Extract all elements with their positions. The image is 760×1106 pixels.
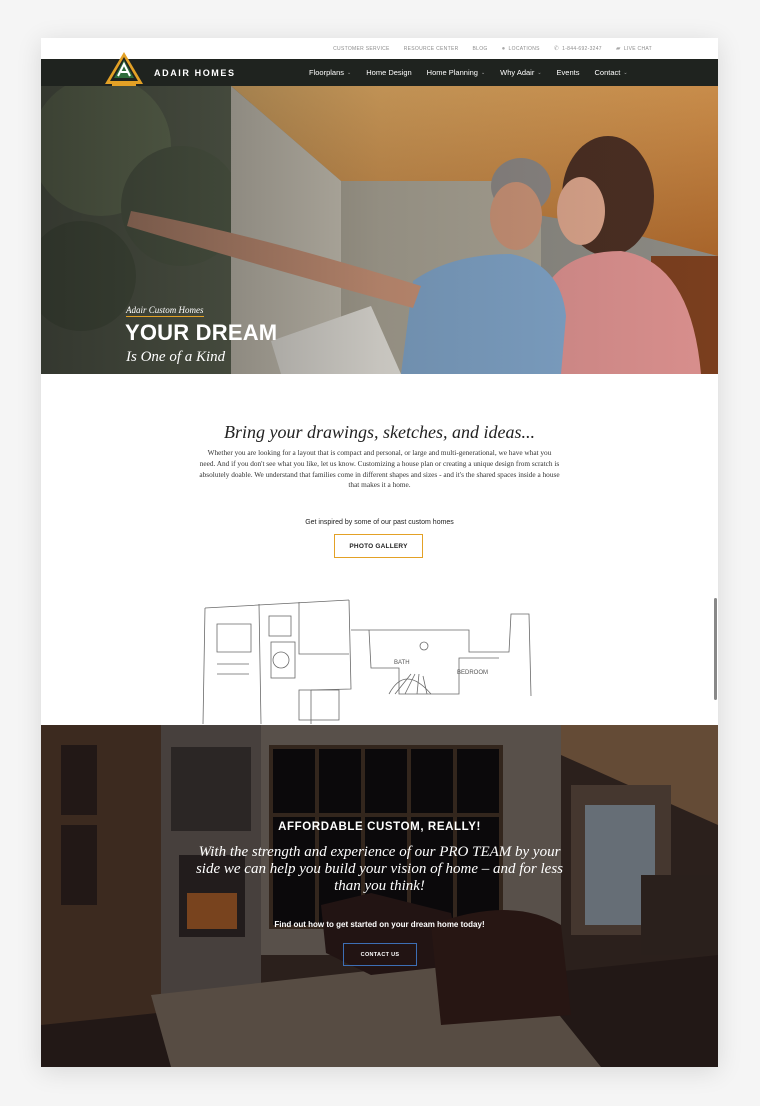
contact-us-button[interactable]: CONTACT US [343, 943, 417, 966]
chat-icon: ▰ [615, 46, 621, 52]
nav-label: Why Adair [500, 68, 535, 77]
locations-label: LOCATIONS [508, 45, 540, 52]
nav-label: Home Design [366, 68, 412, 77]
sketch-label-bedroom: BEDROOM [457, 670, 488, 676]
intro-body: Whether you are looking for a layout tha… [199, 448, 560, 490]
live-chat-link[interactable]: ▰ LIVE CHAT [615, 45, 652, 53]
hero-section: Adair Custom Homes YOUR DREAM Is One of … [41, 86, 718, 374]
cta-text: Find out how to get started on your drea… [274, 920, 485, 929]
hero-kicker: Adair Custom Homes [126, 305, 204, 317]
customer-service-link[interactable]: CUSTOMER SERVICE [333, 46, 390, 52]
photo-gallery-button[interactable]: PHOTO GALLERY [334, 534, 423, 558]
resource-center-link[interactable]: RESOURCE CENTER [404, 46, 459, 52]
nav-item-contact[interactable]: Contact ⌄ [594, 68, 627, 77]
nav-item-home-design[interactable]: Home Design [366, 68, 411, 77]
phone-icon: ✆ [553, 46, 560, 52]
chevron-down-icon: ⌄ [480, 69, 486, 76]
brand-name[interactable]: ADAIR HOMES [154, 68, 236, 78]
chevron-down-icon: ⌄ [347, 69, 352, 76]
location-pin-icon: ● [501, 45, 506, 52]
locations-link[interactable]: ● LOCATIONS [502, 46, 540, 52]
page-scrollbar[interactable] [714, 598, 717, 700]
floorplan-sketch: BATH BEDROOM [202, 599, 532, 724]
main-nav: ADAIR HOMES Floorplans ⌄ Home Design Home… [41, 52, 718, 87]
hero-subtitle: Is One of a Kind [126, 349, 226, 365]
intro-heading: Bring your drawings, sketches, and ideas… [224, 422, 535, 442]
cta-quote: With the strength and experience of our … [195, 844, 564, 894]
nav-label: Contact [594, 68, 621, 77]
live-chat-label: LIVE CHAT [623, 45, 652, 52]
intro-section: Bring your drawings, sketches, and ideas… [41, 374, 718, 724]
nav-item-why-adair[interactable]: Why Adair ⌄ [500, 68, 541, 77]
cta-kicker: AFFORDABLE CUSTOM, REALLY! [278, 821, 481, 833]
chevron-down-icon: ⌄ [537, 69, 542, 76]
living-room-photo [41, 725, 718, 1067]
nav-menu: Floorplans ⌄ Home Design Home Planning ⌄ W… [309, 59, 628, 86]
phone-number: 1-844-692-3247 [562, 45, 602, 52]
phone-link[interactable]: ✆ 1-844-692-3247 [553, 45, 602, 53]
inspire-text: Get inspired by some of our past custom … [305, 519, 454, 526]
sketch-label-bath: BATH [394, 660, 410, 666]
nav-item-events[interactable]: Events [557, 68, 580, 77]
utility-links: CUSTOMER SERVICE RESOURCE CENTER BLOG ● L… [333, 38, 652, 59]
nav-item-home-planning[interactable]: Home Planning ⌄ [427, 68, 485, 77]
blog-link[interactable]: BLOG [473, 46, 488, 52]
hero-title: YOUR DREAM [125, 320, 278, 345]
chevron-down-icon: ⌄ [623, 69, 628, 76]
nav-label: Floorplans [309, 68, 345, 77]
nav-label: Home Planning [426, 68, 478, 77]
nav-item-floorplans[interactable]: Floorplans ⌄ [309, 68, 351, 77]
page-frame: CUSTOMER SERVICE RESOURCE CENTER BLOG ● L… [41, 38, 718, 1067]
cta-section: AFFORDABLE CUSTOM, REALLY! With the stre… [41, 725, 718, 1067]
nav-label: Events [556, 68, 580, 77]
